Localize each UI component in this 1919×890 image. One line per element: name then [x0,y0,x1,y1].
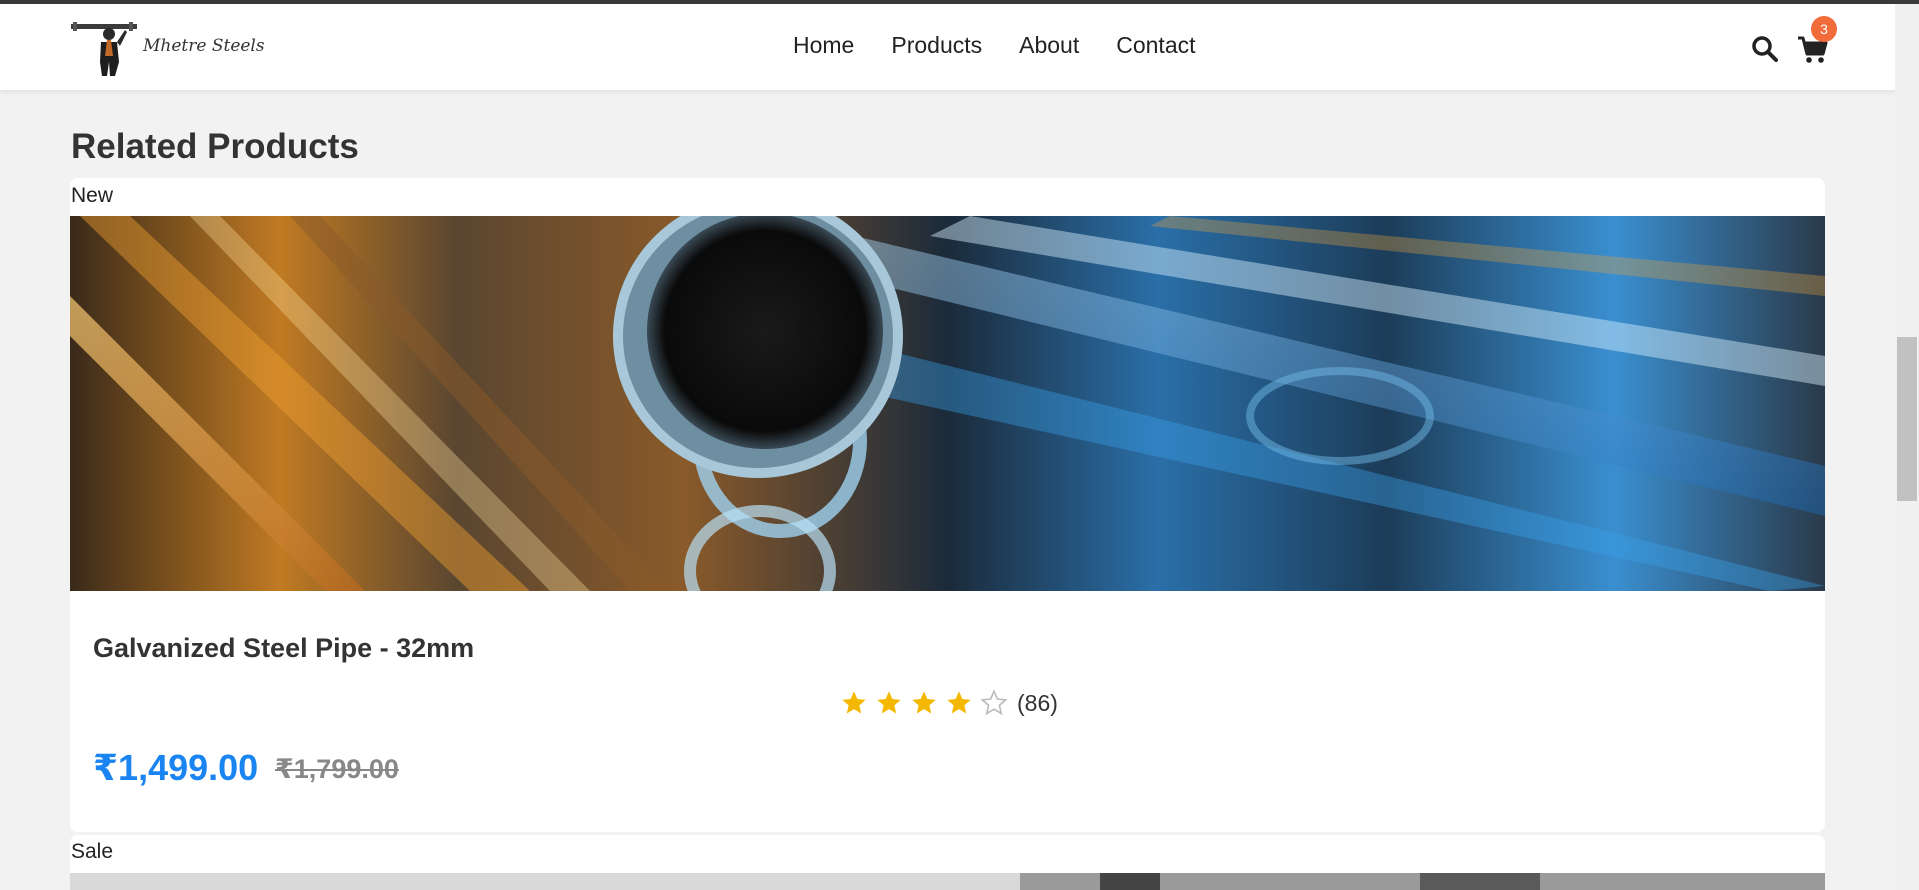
steel-products-image [70,873,1825,890]
star-filled-icon [842,691,866,714]
cart-count-badge: 3 [1811,16,1837,42]
product-rating: (86) [839,689,1058,717]
product-tag: Sale [71,840,114,863]
product-name[interactable]: Galvanized Steel Pipe - 32mm [93,633,474,664]
scrollbar-thumb[interactable] [1897,337,1917,501]
product-tag: New [71,184,114,207]
product-image[interactable] [70,873,1825,890]
main-nav: Home Products About Contact [793,32,1196,59]
search-icon [1752,36,1778,62]
navbar: Mhetre Steels Home Products About Contac… [0,4,1895,90]
star-filled-icon [947,691,971,714]
price-original: ₹1,799.00 [275,754,399,784]
product-image[interactable] [70,216,1825,591]
steel-pipes-image [70,216,1825,591]
brand-name: Mhetre Steels [143,36,265,56]
price-current: ₹1,499.00 [93,747,259,788]
review-count: (86) [1017,689,1058,716]
star-empty-icon [980,689,1008,716]
nav-home-link[interactable]: Home [793,32,854,59]
page: Mhetre Steels Home Products About Contac… [0,0,1919,890]
search-button[interactable] [1751,35,1779,63]
star-filled-icon [912,691,936,714]
section-title: Related Products [71,127,359,166]
nav-about-link[interactable]: About [1019,32,1079,59]
logo-man-carrying-beam-icon [71,22,137,76]
brand-logo[interactable]: Mhetre Steels [71,18,265,76]
nav-products-link[interactable]: Products [891,32,982,59]
star-filled-icon [877,691,901,714]
nav-contact-link[interactable]: Contact [1116,32,1195,59]
